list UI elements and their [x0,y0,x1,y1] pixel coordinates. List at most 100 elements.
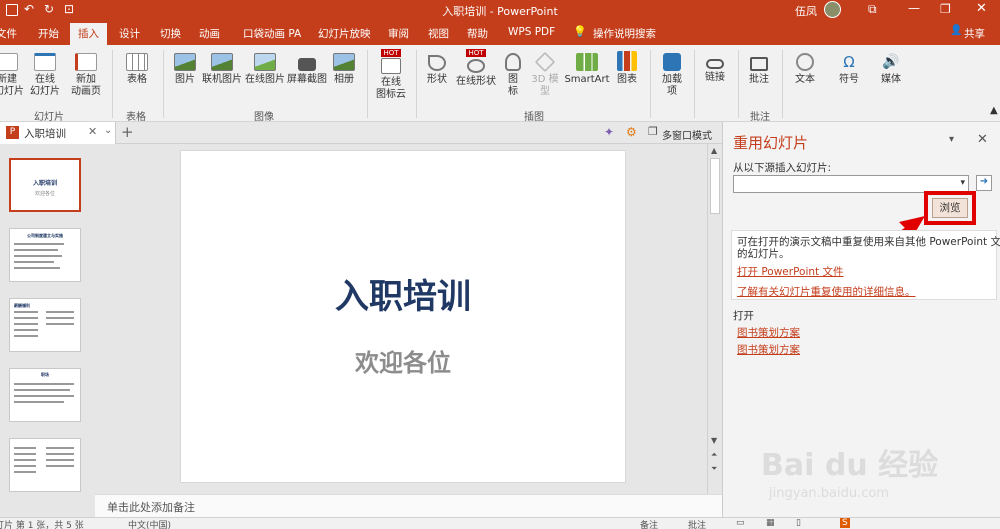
reuse-slides-pane: 重用幻灯片 ▾ ✕ 从以下源插入幻灯片: ▾ ➜ 浏览 可在打开的演示文稿中重复… [722,122,1000,517]
tab-pocket-animation[interactable]: 口袋动画 PA [243,26,301,41]
group-label-table: 表格 [126,112,146,123]
online-slides-button[interactable]: 在线 幻灯片 [26,49,64,98]
open-powerpoint-file-link[interactable]: 打开 PowerPoint 文件 [737,264,844,279]
pane-close-icon[interactable]: ✕ [977,132,988,147]
tab-slideshow[interactable]: 幻灯片放映 [318,26,371,41]
multi-window-icon[interactable]: ❐ [648,125,658,138]
online-pictures-button[interactable]: 联机图片 [202,49,242,86]
text-icon [796,53,814,71]
smartart-button[interactable]: SmartArt [564,49,610,86]
tab-review[interactable]: 审阅 [388,26,409,41]
reading-view-icon[interactable]: ▯ [796,518,801,528]
normal-view-icon[interactable]: ▭ [736,518,745,528]
online-shapes-button[interactable]: HOT 在线形状 [454,49,498,88]
camera-icon [298,58,316,71]
new-tab-icon[interactable]: + [121,123,134,141]
open-heading: 打开 [733,310,754,322]
web-pictures-button[interactable]: 在线图片 [244,49,286,86]
slide-subtitle[interactable]: 欢迎各位 [181,343,625,378]
multi-window-mode[interactable]: 多窗口模式 [662,127,712,142]
recent-file-link[interactable]: 图书策划方案 [737,342,800,357]
document-tab[interactable]: P 入职培训 ✕ ⌄ [0,122,116,144]
ribbon-display-icon[interactable]: ⧉ [868,2,877,17]
slide-sorter-icon[interactable]: ▦ [766,518,775,528]
tab-file[interactable]: 文件 [0,26,17,41]
share-icon[interactable]: 👤 [950,25,962,36]
icons-icon [505,53,521,71]
text-button[interactable]: 文本 [790,49,820,86]
smartart-icon [576,53,598,71]
online-slides-icon [34,53,56,71]
next-slide-icon[interactable]: ⏷ [711,464,717,474]
sogou-ime-icon[interactable]: S [840,518,850,528]
hot-badge: HOT [466,49,486,57]
restore-icon[interactable]: ❐ [940,2,951,16]
vertical-scrollbar[interactable]: ▲ ▼ ⏶ ⏷ [707,144,722,494]
new-slide-button[interactable]: 新建 幻灯片 [0,49,24,98]
previous-slide-icon[interactable]: ⏶ [711,450,717,460]
learn-more-link[interactable]: 了解有关幻灯片重复使用的详细信息。 [737,284,916,299]
tab-wps-pdf[interactable]: WPS PDF [508,26,555,38]
pictures-button[interactable]: 图片 [170,49,200,86]
scroll-up-icon[interactable]: ▲ [711,146,717,155]
current-slide[interactable]: 入职培训 欢迎各位 [180,150,626,483]
group-label-images: 图像 [254,112,274,123]
lightbulb-icon: 💡 [573,25,587,38]
tell-me-search[interactable]: 操作说明搜索 [593,26,656,41]
links-button[interactable]: 链接 [700,49,730,84]
tab-transitions[interactable]: 切换 [160,26,181,41]
language-indicator[interactable]: 中文(中国) [128,518,171,529]
thumb-title: 入职培训 [32,180,57,187]
comments-toggle[interactable]: 批注 [688,518,706,529]
browse-button[interactable]: 浏览 [932,198,968,218]
dropdown-arrow-icon[interactable]: ▾ [960,178,965,188]
close-tab-icon[interactable]: ✕ [88,125,97,138]
slide-thumbnail[interactable]: 职场 [9,368,81,422]
tab-design[interactable]: 设计 [119,26,140,41]
addins-button[interactable]: 加载 项 [658,49,686,98]
screenshot-button[interactable]: 屏幕截图 [286,49,328,86]
notes-pane[interactable]: 单击此处添加备注 [95,494,722,517]
go-button[interactable]: ➜ [976,175,992,191]
share-button[interactable]: 共享 [964,26,985,41]
tab-animations[interactable]: 动画 [199,26,220,41]
online-icon-cloud-button[interactable]: HOT 在线 图标云 [372,49,410,101]
notes-toggle[interactable]: 备注 [640,518,658,529]
scroll-down-icon[interactable]: ▼ [711,436,717,445]
settings-icon[interactable]: ⚙ [626,125,637,139]
slide-count: 幻灯片 第 1 张，共 5 张 [0,521,84,529]
close-icon[interactable]: ✕ [976,1,987,16]
addins-icon [663,53,681,71]
slide-thumbnail[interactable]: 公司制度建立与实施 [9,228,81,282]
tab-home[interactable]: 开始 [38,26,59,41]
slide-thumbnail[interactable] [9,438,81,492]
notes-placeholder[interactable]: 单击此处添加备注 [107,499,195,515]
slide-thumbnail[interactable]: 薪酬福利 [9,298,81,352]
shapes-button[interactable]: 形状 [422,49,452,86]
tab-help[interactable]: 帮助 [467,26,488,41]
pane-options-icon[interactable]: ▾ [949,134,954,145]
scroll-thumb[interactable] [710,158,720,214]
user-name[interactable]: 伍凤 [795,3,817,19]
media-button[interactable]: 🔊 媒体 [876,49,906,86]
slide-title[interactable]: 入职培训 [181,269,625,318]
comment-button[interactable]: 批注 [744,49,774,86]
symbols-button[interactable]: Ω 符号 [834,49,864,86]
icons-button[interactable]: 图 标 [502,49,524,98]
chart-button[interactable]: 图表 [614,49,640,86]
tab-list-icon[interactable]: ⌄ [104,125,112,136]
3d-models-button[interactable]: 3D 模 型 [530,49,560,98]
photo-album-button[interactable]: 相册 [330,49,358,86]
table-button[interactable]: 表格 [120,49,154,86]
new-animation-page-button[interactable]: 新加 动画页 [67,49,105,98]
avatar[interactable] [824,1,841,18]
tab-view[interactable]: 视图 [428,26,449,41]
plugin-icon[interactable]: ✦ [604,125,614,139]
insert-from-label: 从以下源插入幻灯片: [733,162,832,174]
slide-thumbnail[interactable]: 入职培训 欢迎各位 [9,158,81,212]
minimize-icon[interactable]: — [908,1,920,15]
tab-insert[interactable]: 插入 [70,23,107,45]
recent-file-link[interactable]: 图书策划方案 [737,325,800,340]
collapse-ribbon-icon[interactable]: ▲ [990,105,998,116]
document-tab-bar: P 入职培训 ✕ ⌄ + ✦ ⚙ ❐ 多窗口模式 [0,122,722,144]
